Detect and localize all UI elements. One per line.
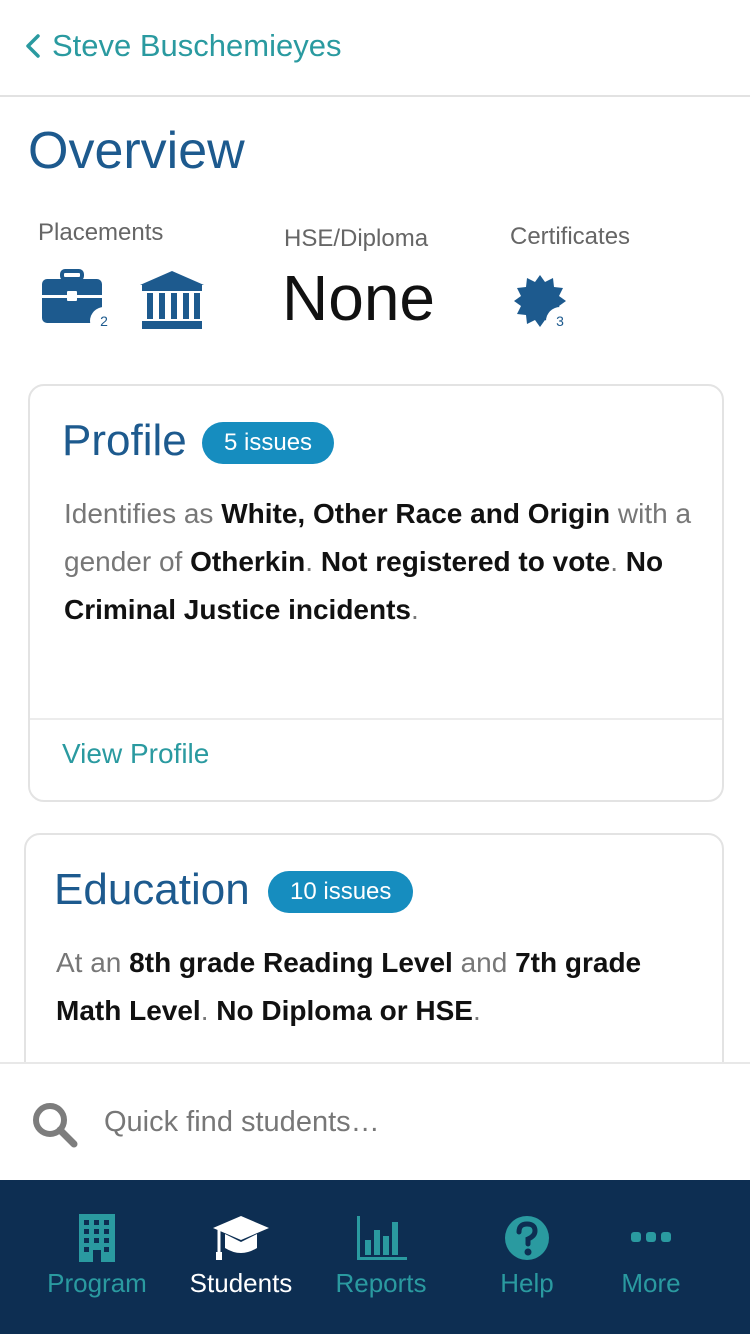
profile-issues-badge[interactable]: 5 issues	[202, 422, 335, 464]
building-icon	[79, 1214, 115, 1262]
view-profile-link[interactable]: View Profile	[62, 738, 209, 770]
education-summary: At an 8th grade Reading Level and 7th gr…	[56, 947, 642, 1026]
tab-label: Students	[189, 1268, 293, 1298]
graduation-cap-icon	[213, 1216, 269, 1260]
placements-count-badge: 2	[90, 307, 118, 335]
more-icon	[631, 1232, 671, 1242]
quick-find-bar[interactable]: Quick find students…	[0, 1062, 750, 1180]
help-icon	[505, 1216, 549, 1260]
certificates-count-badge: 3	[546, 307, 574, 335]
education-issues-badge[interactable]: 10 issues	[268, 871, 414, 913]
hse-diploma-label: HSE/Diploma	[284, 225, 429, 252]
certificates-label: Certificates	[510, 223, 631, 250]
tab-label: Reports	[335, 1268, 427, 1298]
placement-briefcase[interactable]: 2	[40, 269, 120, 335]
education-card-title: Education	[54, 865, 250, 914]
tab-students[interactable]: Students	[166, 1180, 316, 1334]
placements-label: Placements	[38, 219, 164, 246]
page-title: Overview	[28, 122, 245, 180]
bar-chart-icon	[357, 1216, 407, 1260]
tab-reports[interactable]: Reports	[306, 1180, 456, 1334]
back-button[interactable]: Steve Buschemieyes	[22, 26, 341, 66]
education-card: Education 10 issues At an 8th grade Read…	[24, 833, 724, 1062]
profile-card: Profile 5 issues Identifies as White, Ot…	[28, 384, 724, 802]
bottom-tab-bar: Program Students Reports Help More	[0, 1180, 750, 1334]
tab-program[interactable]: Program	[22, 1180, 172, 1334]
tab-more[interactable]: More	[576, 1180, 726, 1334]
main-content[interactable]: Overview Placements HSE/Diploma Certific…	[0, 99, 750, 1062]
hse-diploma-value: None	[282, 262, 435, 334]
tab-label: More	[621, 1268, 681, 1298]
institution-icon	[140, 271, 204, 329]
chevron-left-icon	[26, 34, 40, 58]
profile-summary: Identifies as White, Other Race and Orig…	[64, 498, 692, 625]
tab-label: Program	[47, 1268, 147, 1298]
card-divider	[30, 718, 722, 720]
search-input[interactable]: Quick find students…	[104, 1106, 380, 1139]
certificates-indicator[interactable]: 3	[512, 273, 582, 335]
top-nav-bar: Steve Buschemieyes	[0, 0, 750, 97]
back-label: Steve Buschemieyes	[52, 28, 342, 63]
placement-institution[interactable]	[138, 269, 208, 333]
search-icon	[33, 1103, 78, 1148]
profile-card-title: Profile	[62, 416, 187, 465]
